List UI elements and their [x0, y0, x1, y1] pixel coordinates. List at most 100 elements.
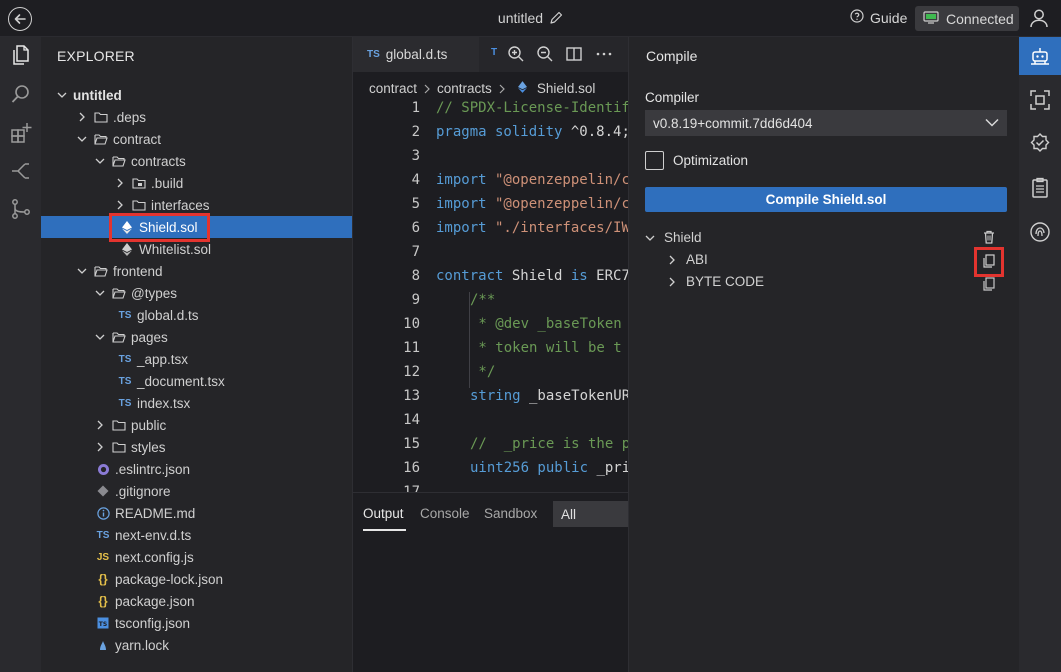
contract-tree-item-bytecode[interactable]: BYTE CODE: [667, 274, 764, 289]
code-editor[interactable]: 1 // SPDX-License-Identif 2 pragma solidit…: [353, 100, 629, 492]
tab-output[interactable]: Output: [363, 506, 404, 521]
code-comment: * token will be t: [470, 340, 622, 356]
tree-item-label: index.tsx: [137, 395, 191, 411]
optimization-checkbox[interactable]: [645, 151, 664, 170]
tree-item-readme[interactable]: README.md: [41, 502, 352, 524]
clipboard-icon[interactable]: [1028, 176, 1052, 200]
tree-item-document-tsx[interactable]: TS _document.tsx: [41, 370, 352, 392]
tree-item-label: README.md: [115, 505, 196, 521]
tab-label: global.d.ts: [385, 47, 448, 62]
code-keyword: pragma solidity: [436, 124, 563, 140]
guide-button[interactable]: Guide: [850, 9, 907, 26]
line-number: 3: [411, 148, 420, 164]
folder-open-icon: [111, 286, 127, 300]
chevron-down-icon: [95, 334, 105, 340]
breadcrumb-item[interactable]: Shield.sol: [537, 81, 596, 96]
svg-text:TS: TS: [99, 621, 107, 628]
tree-item-public[interactable]: public: [41, 414, 352, 436]
tree-item-label: tsconfig.json: [115, 615, 191, 631]
code-line: 4 import "@openzeppelin/c: [353, 172, 629, 196]
code-keyword: is: [562, 268, 588, 284]
tree-item-eslintrc[interactable]: .eslintrc.json: [41, 458, 352, 480]
output-filter-select[interactable]: All: [553, 501, 629, 527]
tree-item-untitled[interactable]: untitled: [41, 84, 352, 106]
code-text: ERC7: [587, 268, 629, 284]
connection-status-button[interactable]: Connected: [915, 6, 1019, 31]
code-comment: /**: [470, 292, 496, 308]
copy-bytecode-icon[interactable]: [981, 276, 997, 292]
tree-item-contract[interactable]: contract: [41, 128, 352, 150]
tree-item-build[interactable]: .build: [41, 172, 352, 194]
ethereum-icon: [119, 242, 135, 256]
tree-item-index-tsx[interactable]: TS index.tsx: [41, 392, 352, 414]
tree-item-whitelist-sol[interactable]: Whitelist.sol: [41, 238, 352, 260]
split-editor-icon[interactable]: [565, 45, 583, 63]
files-icon[interactable]: [9, 43, 33, 67]
editor-tab-partial[interactable]: T: [491, 47, 497, 58]
compile-button[interactable]: Compile Shield.sol: [645, 187, 1007, 212]
tree-item-label: package.json: [115, 593, 195, 609]
typescript-icon: TS: [96, 529, 110, 541]
line-number: 14: [403, 412, 420, 428]
eslint-icon: [95, 462, 111, 476]
verify-badge-icon[interactable]: [1028, 132, 1052, 156]
search-icon[interactable]: [9, 82, 33, 106]
more-options-icon[interactable]: [595, 45, 613, 63]
tree-item-app-tsx[interactable]: TS _app.tsx: [41, 348, 352, 370]
breadcrumb-item[interactable]: contract: [369, 81, 417, 96]
fingerprint-icon[interactable]: [1028, 220, 1052, 244]
code-line: 9 /**: [353, 292, 629, 316]
tree-item-next-config[interactable]: JS next.config.js: [41, 546, 352, 568]
git-branch-icon[interactable]: [9, 197, 33, 221]
tree-item-gitignore[interactable]: .gitignore: [41, 480, 352, 502]
tree-item-package-lock[interactable]: {} package-lock.json: [41, 568, 352, 590]
tree-item-frontend[interactable]: frontend: [41, 260, 352, 282]
project-title[interactable]: untitled: [498, 10, 543, 26]
line-number: 17: [403, 484, 420, 492]
editor-tab-global-d-ts[interactable]: TS global.d.ts: [353, 37, 479, 72]
compiler-robot-icon[interactable]: [1028, 44, 1052, 68]
tree-item-next-env[interactable]: TS next-env.d.ts: [41, 524, 352, 546]
user-icon[interactable]: [1028, 7, 1050, 32]
trash-icon[interactable]: [981, 229, 997, 245]
folder-open-icon: [93, 132, 109, 146]
tree-item-label: pages: [131, 329, 168, 345]
tree-item-types[interactable]: @types: [41, 282, 352, 304]
line-number: 5: [411, 196, 420, 212]
tree-item-contracts[interactable]: contracts: [41, 150, 352, 172]
chevron-down-icon: [77, 268, 87, 274]
code-keyword: contract: [436, 268, 504, 284]
tree-item-global-d-ts[interactable]: TS global.d.ts: [41, 304, 352, 326]
zoom-in-icon[interactable]: [507, 45, 525, 63]
tree-item-tsconfig[interactable]: TS tsconfig.json: [41, 612, 352, 634]
code-text: _pri: [588, 460, 629, 476]
chevron-right-icon: [97, 420, 103, 430]
editor-panel: TS global.d.ts T contract contracts Shie…: [352, 37, 629, 672]
plugins-icon[interactable]: [9, 121, 33, 145]
code-line: 8 contract Shield is ERC7: [353, 268, 629, 292]
json-icon: {}: [98, 594, 108, 608]
contract-tree-item-abi[interactable]: ABI: [667, 252, 708, 267]
tree-item-label: _document.tsx: [137, 373, 225, 389]
tree-item-deps[interactable]: .deps: [41, 106, 352, 128]
tab-console[interactable]: Console: [420, 506, 470, 521]
line-number: 1: [411, 100, 420, 116]
tree-item-styles[interactable]: styles: [41, 436, 352, 458]
line-number: 2: [411, 124, 420, 140]
tab-sandbox[interactable]: Sandbox: [484, 506, 537, 521]
typescript-icon: TS: [118, 353, 132, 365]
breadcrumb-item[interactable]: contracts: [437, 81, 492, 96]
pencil-icon[interactable]: [549, 11, 563, 28]
deploy-frame-icon[interactable]: [1028, 88, 1052, 112]
compiler-version-select[interactable]: v0.8.19+commit.7dd6d404: [645, 110, 1007, 136]
activity-bar: [0, 37, 41, 672]
tree-item-yarn-lock[interactable]: yarn.lock: [41, 634, 352, 656]
code-keyword: uint256 public: [470, 460, 589, 476]
tree-item-pages[interactable]: pages: [41, 326, 352, 348]
tree-item-package-json[interactable]: {} package.json: [41, 590, 352, 612]
chevron-right-icon: [117, 200, 123, 210]
git-icon: [95, 484, 111, 498]
source-control-icon[interactable]: [9, 159, 33, 183]
contract-tree-item-shield[interactable]: Shield: [645, 230, 702, 245]
zoom-out-icon[interactable]: [536, 45, 554, 63]
